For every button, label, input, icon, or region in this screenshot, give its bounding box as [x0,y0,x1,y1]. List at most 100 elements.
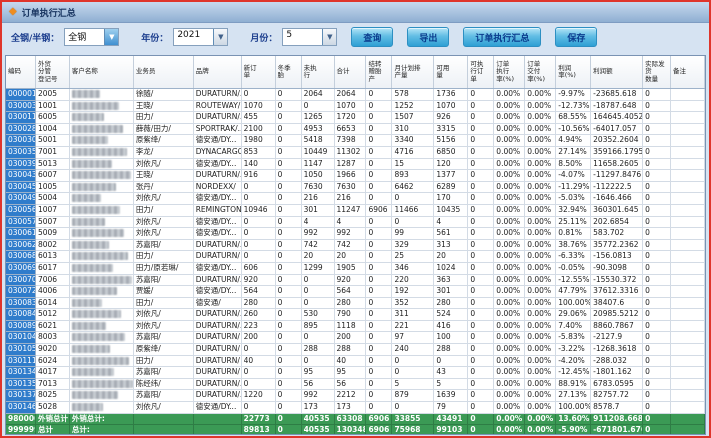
table-row[interactable]: 0301378025苏嘉阳/DURATURN/...12200992221208… [6,390,705,402]
cell-profit: -156.0813 [591,251,643,263]
column-header-code[interactable]: 编码 [6,56,36,88]
table-row[interactable]: 0300686013田力/DURATURN/0020200252000.00%0… [6,251,705,263]
cell-exec_rate: 0.00% [494,240,525,252]
column-header-total[interactable]: 合计 [335,56,367,88]
cell-total: 2212 [335,390,367,402]
table-row[interactable]: 0300724006贾媛/德安通/DY...56400564019230100.… [6,286,705,298]
month-combo[interactable]: 5 ▼ [282,28,337,46]
cell-remark [671,332,705,344]
chevron-down-icon[interactable]: ▼ [213,29,227,45]
cell-deliver_rate: 0.00% [525,112,556,124]
table-row[interactable]: 0300395013刘依凡/德安通/DY...14001147128701512… [6,159,705,171]
save-button[interactable]: 保存 [555,27,597,47]
column-header-deliver_rate[interactable]: 订单 交付 率(%) [525,56,556,88]
column-header-salesman[interactable]: 业务员 [134,56,194,88]
column-header-new_order[interactable]: 新订 单 [242,56,276,88]
cell-exec: 0 [468,159,494,171]
table-row[interactable]: 0301465028刘依凡/德安通/DY...00173173007900.00… [6,402,705,414]
cell-new_order: 1980 [242,135,276,147]
cell-winter: 0 [276,263,302,275]
table-header-row: 编码外贸 分管 登记号客户名称业务员品牌新订 单冬季 胎未执 行合计结转 赠胎 … [6,56,705,89]
column-header-plan[interactable]: 月计划排 产量 [392,56,434,88]
cell-profit_rate: 32.94% [556,205,591,217]
total-row[interactable]: 999999总计总计:89813040535130348690675968991… [6,425,705,435]
table-row[interactable]: 0300615009刘依凡/德安通/DY...0099299209956100.… [6,228,705,240]
cell-exec_rate: 0.00% [494,286,525,298]
cell-exec_rate: 0.00% [494,135,525,147]
cell-code: 030137 [6,390,36,402]
cell-remark [671,298,705,310]
cell-exec: 0 [468,286,494,298]
total-row[interactable]: 980000外销总计外销总计:2277304053563308690633855… [6,414,705,426]
cell-avail: 5 [434,379,468,391]
cell-reg: 1004 [36,124,70,136]
cell-total: 2064 [335,89,367,101]
cell-total: 173 [335,402,367,414]
year-combo[interactable]: 2021 ▼ [173,28,228,46]
cell-avail: 5156 [434,135,468,147]
column-header-profit[interactable]: 利润额 [591,56,643,88]
cell-brand: 德安通/ [194,298,242,310]
cell-salesman: 刘依凡/ [134,402,194,414]
table-row[interactable]: 0300436007王晓/DURATURN/...916010501966089… [6,170,705,182]
table-row[interactable]: 0300031001王晓/ROUTEWAY/107000107001252107… [6,101,705,113]
table-row[interactable]: 0000012005徐随/DURATURN/...002064206405781… [6,89,705,101]
chevron-down-icon[interactable]: ▼ [322,29,336,45]
table-row[interactable]: 0301357013陈经纬/DURATURN/...00565605500.00… [6,379,705,391]
cell-exec_rate: 0.00% [494,112,525,124]
table-row[interactable]: 0301116024田力/DURATURN/40004000000.00%0.0… [6,356,705,368]
table-row[interactable]: 0300116005田力/DURATURN/...455012651720015… [6,112,705,124]
cell-customer [70,379,134,391]
cell-ship: 0 [643,263,671,275]
table-row[interactable]: 0300451005张丹/NORDEXX/0076307630064626289… [6,182,705,194]
column-header-carry[interactable]: 结转 赠胎 产 [366,56,392,88]
cell-ship: 0 [643,286,671,298]
column-header-customer[interactable]: 客户名称 [70,56,134,88]
column-header-unexec[interactable]: 未执 行 [302,56,335,88]
steel-type-combo[interactable]: 全钢 ▼ [64,28,119,46]
export-button[interactable]: 导出 [407,27,449,47]
table-row[interactable]: 0301048003苏嘉阳/DURATURN/2000020009710000.… [6,332,705,344]
table-row[interactable]: 0300561007田力/REMINGTON...109460301112476… [6,205,705,217]
cell-new_order: 0 [242,240,276,252]
cell-exec: 0 [468,298,494,310]
cell-exec: 0 [468,147,494,159]
table-body: 0000012005徐随/DURATURN/...002064206405781… [6,89,705,435]
column-header-brand[interactable]: 品牌 [194,56,242,88]
column-header-exec_rate[interactable]: 订单 执行 率(%) [494,56,525,88]
table-row[interactable]: 0301059020原紫绛/DURATURN/00288288024028800… [6,344,705,356]
column-header-profit_rate[interactable]: 利润 率(%) [556,56,591,88]
table-row[interactable]: 0300896021刘依凡/DURATURN/...22308951118022… [6,321,705,333]
table-row[interactable]: 0300696017田力/原若琳/德安通/DY...60601299190503… [6,263,705,275]
table-row[interactable]: 0300281004薛薇/田力/SPORTRAK/...210004953665… [6,124,705,136]
column-header-ship[interactable]: 实际发货 数量 [643,56,671,88]
column-header-remark[interactable]: 备注 [671,56,705,88]
cell-ship: 0 [643,112,671,124]
column-header-reg[interactable]: 外贸 分管 登记号 [36,56,70,88]
column-header-exec[interactable]: 可执 行订 单 [468,56,494,88]
chevron-down-icon[interactable]: ▼ [104,29,118,45]
table-row[interactable]: 0300836014田力/德安通/28000280035228000.00%0.… [6,298,705,310]
cell-profit_rate: 27.14% [556,147,591,159]
order-exec-summary-button[interactable]: 订单执行汇总 [463,27,541,47]
table-row[interactable]: 0300357001李龙/DYNACARGO...853010449113020… [6,147,705,159]
table-row[interactable]: 0300707006苏嘉阳/DURATURN/...92000920022036… [6,275,705,287]
cell-exec: 0 [468,414,494,426]
cell-profit: 911208.668 [591,414,643,426]
column-header-avail[interactable]: 可用 量 [434,56,468,88]
cell-unexec: 0 [302,101,335,113]
cell-new_order: 0 [242,89,276,101]
cell-reg: 7013 [36,379,70,391]
table-row[interactable]: 0300845012刘依凡/DURATURN/...26005307900311… [6,309,705,321]
column-header-winter[interactable]: 冬季 胎 [276,56,302,88]
table-row[interactable]: 0300305001原紫绛/德安通/DY...19800541873980334… [6,135,705,147]
cell-profit_rate: -11.29% [556,182,591,194]
table-row[interactable]: 0300575007刘依凡/德安通/DY...004400400.00%0.00… [6,217,705,229]
cell-profit: 6783.0595 [591,379,643,391]
cell-code: 030011 [6,112,36,124]
cell-exec: 0 [468,217,494,229]
query-button[interactable]: 查询 [351,27,393,47]
table-row[interactable]: 0301344017苏嘉阳/DURATURN/009595004300.00%0… [6,367,705,379]
table-row[interactable]: 0300495004刘依凡/德安通/DY...002162160017000.0… [6,193,705,205]
table-row[interactable]: 0300628002苏嘉阳/DURATURN/...00742742032931… [6,240,705,252]
